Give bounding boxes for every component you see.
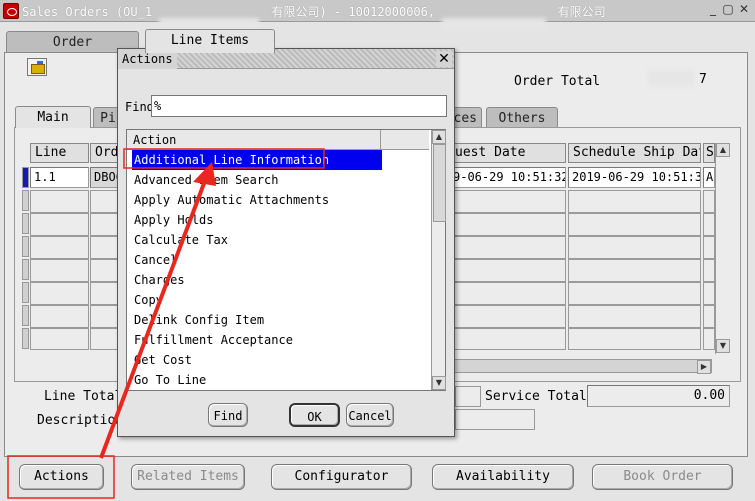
annotation-arrow-head	[193, 162, 216, 186]
tab-line-items[interactable]: Line Items	[145, 29, 275, 53]
subtab-main[interactable]: Main	[15, 106, 91, 128]
annotation-box-item	[123, 148, 325, 169]
annotation-arrow-line	[99, 177, 208, 459]
annotation-box-actions	[7, 455, 115, 499]
annotation-overlay	[7, 148, 325, 499]
